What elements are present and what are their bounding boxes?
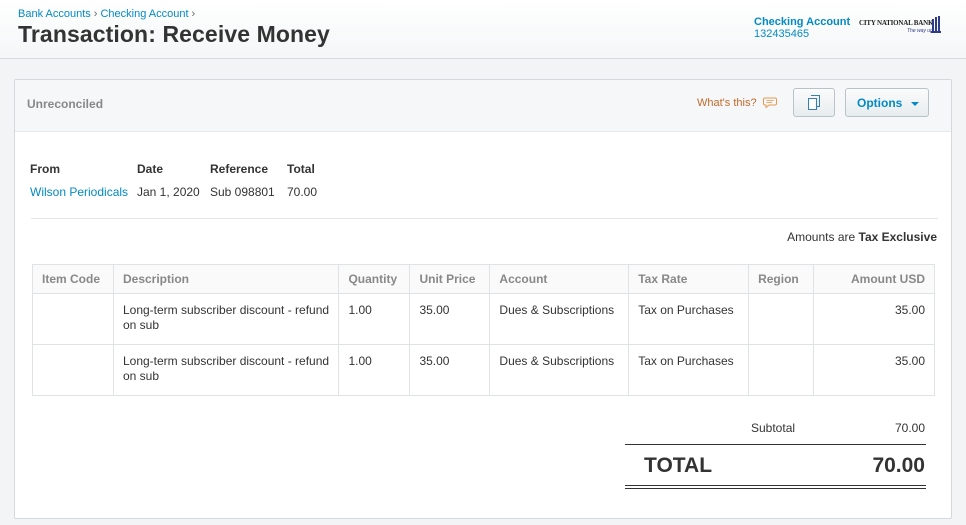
- tax-mode-value: Tax Exclusive: [858, 230, 938, 244]
- total-label: Total: [287, 162, 315, 176]
- tax-mode-prefix: Amounts are: [787, 230, 859, 244]
- transaction-panel: Unreconciled What's this? Options From W…: [14, 79, 952, 519]
- subtotal-label: Subtotal: [751, 421, 796, 435]
- panel-toolbar: Unreconciled What's this? Options: [15, 80, 951, 132]
- date-value: Jan 1, 2020: [137, 185, 200, 199]
- account-name[interactable]: Checking Account: [754, 16, 850, 28]
- reference-label: Reference: [210, 162, 269, 176]
- chevron-down-icon: [911, 102, 919, 106]
- account-number: 132435465: [754, 28, 810, 40]
- bank-logo-text: CITY NATIONAL BANK: [859, 19, 934, 27]
- column-header-account: Account: [489, 264, 630, 294]
- breadcrumb-separator: ›: [191, 8, 196, 20]
- reconcile-status: Unreconciled: [27, 97, 104, 111]
- total-field: Total 70.00: [287, 162, 317, 199]
- copy-document-icon: [808, 95, 820, 110]
- options-label: Options: [857, 96, 903, 110]
- total-value: 70.00: [287, 185, 318, 199]
- cell-tax-rate: Tax on Purchases: [628, 293, 750, 345]
- breadcrumb-checking-account[interactable]: Checking Account: [100, 8, 188, 20]
- column-header-unit-price: Unit Price: [409, 264, 491, 294]
- cell-item-code: [32, 344, 114, 396]
- cell-unit-price: 35.00: [409, 293, 491, 345]
- column-header-tax-rate: Tax Rate: [628, 264, 750, 294]
- cell-amount: 35.00: [813, 293, 935, 345]
- reference-value: Sub 098801: [210, 185, 275, 199]
- cell-region: [748, 344, 815, 396]
- reference-field: Reference Sub 098801: [210, 162, 275, 199]
- cell-tax-rate: Tax on Purchases: [628, 344, 750, 396]
- speech-bubble-icon: [762, 97, 777, 108]
- cell-item-code: [32, 293, 114, 345]
- divider: [31, 218, 938, 219]
- total-double-rule: [625, 485, 926, 489]
- subtotal-value: 70.00: [894, 421, 925, 435]
- bank-logo-mark-icon: [931, 16, 941, 33]
- table-row: Long-term subscriber discount - refund o…: [32, 293, 935, 345]
- date-field: Date Jan 1, 2020: [137, 162, 200, 199]
- breadcrumb: Bank Accounts › Checking Account ›: [18, 8, 198, 20]
- whats-this-label: What's this?: [697, 97, 757, 109]
- cell-account: Dues & Subscriptions: [489, 344, 630, 396]
- page-title: Transaction: Receive Money: [18, 21, 330, 47]
- cell-unit-price: 35.00: [409, 344, 491, 396]
- account-info[interactable]: Checking Account 132435465: [754, 16, 850, 40]
- breadcrumb-bank-accounts[interactable]: Bank Accounts: [18, 8, 91, 20]
- grand-total-label: TOTAL: [644, 454, 713, 477]
- cell-amount: 35.00: [813, 344, 935, 396]
- column-header-quantity: Quantity: [338, 264, 411, 294]
- column-header-region: Region: [748, 264, 815, 294]
- bank-logo: CITY NATIONAL BANK The way up.: [859, 16, 943, 36]
- cell-account: Dues & Subscriptions: [489, 293, 630, 345]
- cell-description: Long-term subscriber discount - refund o…: [112, 344, 340, 396]
- column-header-description: Description: [112, 264, 340, 294]
- grand-total-value: 70.00: [872, 454, 925, 477]
- page-header: Bank Accounts › Checking Account › Transact…: [0, 0, 966, 59]
- whats-this-link[interactable]: What's this?: [697, 97, 777, 109]
- cell-description: Long-term subscriber discount - refund o…: [112, 293, 340, 345]
- breadcrumb-separator: ›: [93, 8, 98, 20]
- column-header-amount: Amount USD: [813, 264, 935, 294]
- total-rule: [625, 444, 926, 445]
- tax-mode-note: Amounts are Tax Exclusive: [787, 230, 937, 244]
- from-label: From: [30, 162, 60, 176]
- options-button[interactable]: Options: [845, 88, 929, 117]
- date-label: Date: [137, 162, 164, 176]
- from-field: From Wilson Periodicals: [30, 162, 128, 199]
- column-header-item-code: Item Code: [32, 264, 114, 294]
- from-contact-link[interactable]: Wilson Periodicals: [30, 185, 128, 199]
- cell-region: [748, 293, 815, 345]
- copy-button[interactable]: [793, 88, 835, 117]
- cell-quantity: 1.00: [338, 344, 411, 396]
- cell-quantity: 1.00: [338, 293, 411, 345]
- line-items-table: Item Code Description Quantity Unit Pric…: [32, 264, 935, 396]
- table-header-row: Item Code Description Quantity Unit Pric…: [32, 264, 935, 294]
- table-row: Long-term subscriber discount - refund o…: [32, 344, 935, 396]
